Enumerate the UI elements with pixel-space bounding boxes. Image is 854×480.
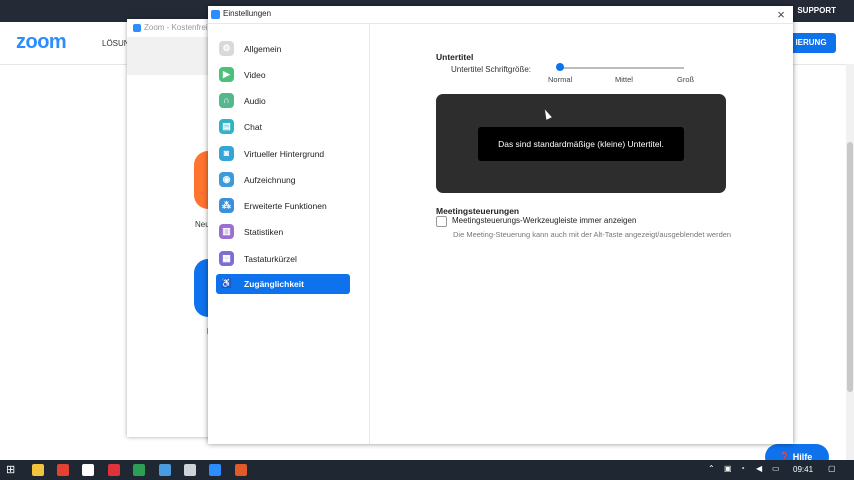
show-toolbar-checkbox[interactable]	[436, 216, 447, 227]
chrome-icon[interactable]	[57, 464, 69, 476]
screen-recorder-icon[interactable]	[108, 464, 120, 476]
sidebar-item-label: Virtueller Hintergrund	[244, 149, 325, 159]
notepad-icon[interactable]	[159, 464, 171, 476]
sidebar-item-chat[interactable]: ▤ Chat	[216, 117, 350, 137]
subtitle-preview: Das sind standardmäßige (kleine) Unterti…	[436, 94, 726, 193]
sidebar-item-label: Statistiken	[244, 227, 284, 237]
font-size-slider-track[interactable]	[560, 67, 684, 69]
sidebar-item-tastaturkürzel[interactable]: ▦ Tastaturkürzel	[216, 249, 350, 269]
zoom-logo[interactable]: zoom	[16, 31, 67, 54]
sidebar-item-label: Chat	[244, 122, 262, 132]
chevron-up-icon[interactable]: ⌃	[708, 464, 715, 473]
sidebar-item-label: Video	[244, 70, 266, 80]
wifi-icon[interactable]: ◔	[740, 464, 745, 473]
gear-icon: ⚙	[219, 41, 234, 56]
slider-tick-medium: Mittel	[615, 75, 633, 84]
slider-tick-normal: Normal	[548, 75, 573, 84]
keyboard-layout-icon[interactable]: ▭	[772, 464, 780, 473]
sidebar-item-label: Zugänglichkeit	[244, 279, 304, 289]
keyboard-icon: ▦	[219, 251, 234, 266]
volume-icon[interactable]: ◀	[756, 464, 762, 473]
mouse-cursor-icon	[542, 108, 552, 120]
sidebar-item-label: Aufzeichnung	[244, 175, 296, 185]
video-icon: ▶	[219, 67, 234, 82]
drive-icon[interactable]	[133, 464, 145, 476]
settings-window: Einstellungen × ⚙ Allgemein ▶ Video ∩ Audio ▤ C…	[208, 6, 793, 444]
meeting-controls-hint: Die Meeting-Steuerung kann auch mit der …	[453, 230, 732, 239]
page-scrollbar[interactable]	[846, 64, 854, 460]
file-explorer-icon[interactable]	[32, 464, 44, 476]
show-toolbar-label[interactable]: Meetingsteuerungs-Werkzeugleiste immer a…	[452, 216, 636, 225]
taskbar: ⌃ ▣ ◔ ◀ ▭ 09:41 ▢ ⊞	[0, 460, 854, 480]
sidebar-item-zugänglichkeit[interactable]: ♿ Zugänglichkeit	[216, 274, 350, 294]
advanced-features-icon: ⁂	[219, 198, 234, 213]
zoom-client-title-text: Zoom - Kostenfrei	[144, 23, 208, 32]
record-icon: ◉	[219, 172, 234, 187]
zoom-logo-icon	[133, 23, 141, 32]
support-link[interactable]: SUPPORT	[797, 6, 836, 15]
scrollbar-thumb[interactable]	[847, 142, 853, 392]
slider-tick-large: Groß	[677, 75, 695, 84]
statistics-icon: ▥	[219, 224, 234, 239]
sidebar-item-statistiken[interactable]: ▥ Statistiken	[216, 222, 350, 242]
settings-titlebar: Einstellungen ×	[208, 6, 793, 24]
sidebar-item-erweiterte-funktionen[interactable]: ⁂ Erweiterte Funktionen	[216, 196, 350, 216]
window-title: Einstellungen	[223, 9, 272, 18]
sidebar-item-label: Allgemein	[244, 44, 282, 54]
subtitles-heading: Untertitel	[436, 52, 474, 62]
zoom-logo-icon	[211, 10, 220, 19]
headphones-icon: ∩	[219, 93, 234, 108]
site-cta-button[interactable]: IERUNG	[786, 33, 836, 53]
calculator-icon[interactable]	[184, 464, 196, 476]
sidebar-item-label: Tastaturkürzel	[244, 254, 297, 264]
site-nav-item[interactable]: LÖSUN	[102, 39, 130, 48]
chat-app-icon[interactable]	[82, 464, 94, 476]
close-icon[interactable]: ×	[773, 7, 789, 22]
zoom-client-title: Zoom - Kostenfrei	[127, 19, 217, 37]
notifications-icon[interactable]: ▢	[828, 464, 836, 473]
presentation-app-icon[interactable]	[235, 464, 247, 476]
settings-sidebar: ⚙ Allgemein ▶ Video ∩ Audio ▤ Chat ◙ Virtueller H…	[208, 24, 370, 444]
sidebar-item-aufzeichnung[interactable]: ◉ Aufzeichnung	[216, 170, 350, 190]
subtitle-preview-text: Das sind standardmäßige (kleine) Unterti…	[478, 127, 684, 161]
font-size-slider-handle[interactable]	[556, 63, 564, 71]
settings-content: Untertitel Untertitel Schriftgröße: Norm…	[370, 24, 793, 444]
accessibility-icon: ♿	[220, 278, 233, 288]
sidebar-item-virtueller-hintergrund[interactable]: ◙ Virtueller Hintergrund	[216, 144, 350, 164]
clock[interactable]: 09:41	[793, 465, 813, 474]
sidebar-item-audio[interactable]: ∩ Audio	[216, 91, 350, 111]
sidebar-item-label: Erweiterte Funktionen	[244, 201, 327, 211]
zoom-client-toolbar	[127, 37, 217, 75]
person-background-icon: ◙	[219, 146, 234, 161]
subtitle-font-size-label: Untertitel Schriftgröße:	[451, 65, 532, 74]
windows-start-icon[interactable]: ⊞	[6, 464, 18, 476]
chat-icon: ▤	[219, 119, 234, 134]
sidebar-item-allgemein[interactable]: ⚙ Allgemein	[216, 39, 350, 59]
zoom-client-window: Zoom - Kostenfrei Neu l	[127, 19, 224, 437]
zoom-app-icon[interactable]	[209, 464, 221, 476]
meeting-controls-heading: Meetingsteuerungen	[436, 206, 520, 216]
sidebar-item-video[interactable]: ▶ Video	[216, 65, 350, 85]
sidebar-item-label: Audio	[244, 96, 266, 106]
network-icon[interactable]: ▣	[724, 464, 732, 473]
